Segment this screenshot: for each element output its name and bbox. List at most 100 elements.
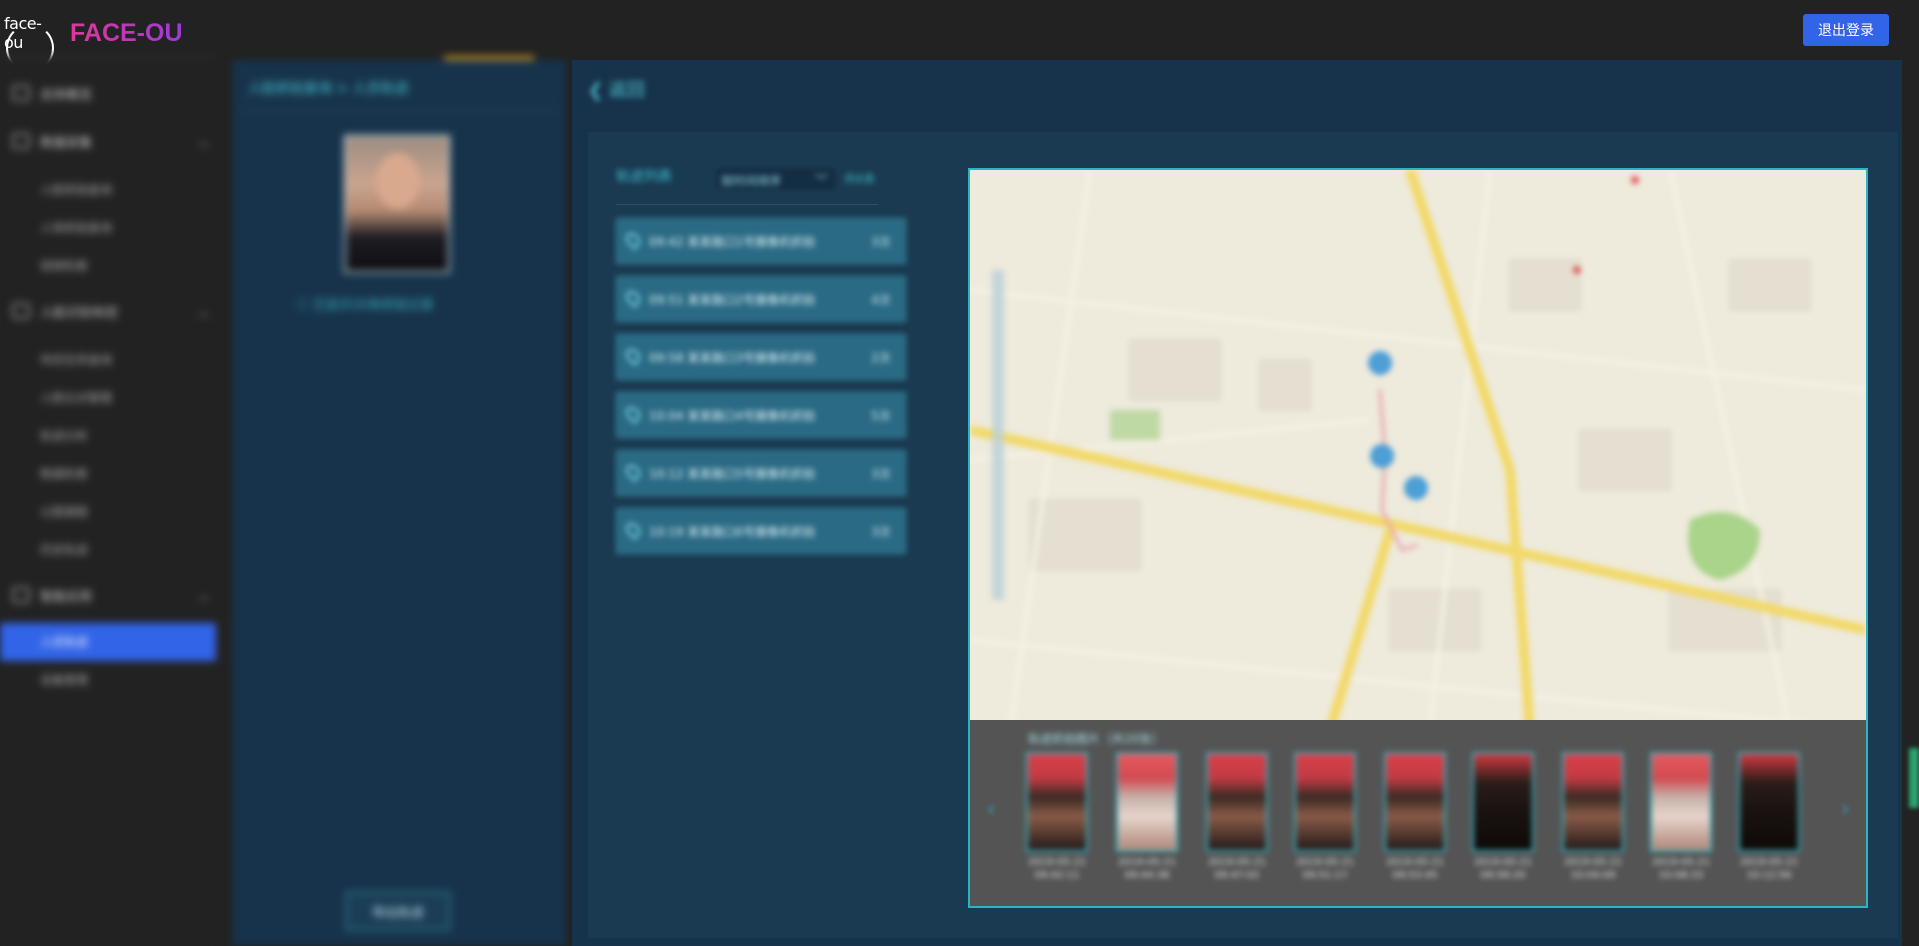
logout-button[interactable]: 退出登录 [1803,14,1889,46]
capture-note: ⓘ 已显示20条抓拍记录 [296,298,434,313]
capture-image [1206,752,1268,852]
capture-thumb[interactable]: 2019-05-21 09:58:20 [1468,752,1538,892]
capture-thumb[interactable]: 2019-05-21 09:44:38 [1112,752,1182,892]
sidebar-item-label: 数据检索 [40,467,89,481]
sidebar-item-label: 历史轨迹 [40,543,89,557]
sidebar-item-active[interactable]: 人员轨迹 [0,623,216,661]
breadcrumb[interactable]: 人脸抓拍查询 > 人员轨迹 [248,78,409,98]
sidebar-item-label: 设备管理 [40,673,89,687]
track-row[interactable]: 09:51 某某路口2号摄像机抓拍 4次 [616,276,906,322]
track-row-count: 3次 [871,467,891,481]
chevron-up-icon: ︿ [198,589,211,603]
capture-time: 2019-05-21 09:53:45 [1385,857,1445,881]
scrollbar-handle[interactable] [1909,748,1919,808]
sidebar-group-label: 数据采集 [40,136,93,151]
track-row[interactable]: 09:42 某某路口1号摄像机抓拍 3次 [616,218,906,264]
app-icon [12,587,30,603]
capture-time: 2019-05-21 09:42:11 [1027,857,1087,881]
sidebar-item[interactable]: 布控任务查询 [0,341,216,377]
capture-strip: 轨迹抓拍图片（共20张） ‹ › 2019-05-21 09:42:11 201… [970,720,1866,906]
location-pin-icon [623,462,643,482]
track-row-text: 10:04 某某路口4号摄像机抓拍 [649,409,816,423]
location-pin-icon [623,346,643,366]
dashboard-icon [12,85,30,101]
map-canvas[interactable] [970,170,1866,730]
track-content: 轨迹列表 按时间排序 ﹀ 共6条 09:42 某某路口1号摄像机抓拍 3次 09:… [588,132,1898,938]
capture-time: 2019-05-21 09:47:02 [1207,857,1267,881]
capture-time: 2019-05-21 09:58:20 [1473,857,1533,881]
logo: face-ou [4,14,56,72]
capture-image [1384,752,1446,852]
chevron-left-icon[interactable]: ‹ [986,794,996,824]
capture-time: 2019-05-21 10:12:56 [1739,857,1799,881]
sidebar-item-label: 人体抓拍查询 [40,221,113,235]
capture-time: 2019-05-21 09:51:17 [1295,857,1355,881]
track-map[interactable]: 轨迹抓拍图片（共20张） ‹ › 2019-05-21 09:42:11 201… [968,168,1868,908]
capture-image [1738,752,1800,852]
capture-time: 2019-05-21 10:04:09 [1563,857,1623,881]
sidebar: 总体概览 数据采集 ︿ 人脸抓拍查询 人体抓拍查询 视频检索 人脸识别布控 ︿ … [0,56,216,946]
sidebar-group-overview[interactable]: 总体概览 [0,75,216,111]
sidebar-item[interactable]: 历史轨迹 [0,531,216,567]
sidebar-item-label: 视频检索 [40,259,89,273]
track-row-text: 10:19 某某路口6号摄像机抓拍 [649,525,816,539]
database-icon [12,133,30,149]
sidebar-item[interactable]: 数据检索 [0,455,216,491]
capture-image [1026,752,1088,852]
sort-select[interactable]: 按时间排序 ﹀ [714,166,838,192]
capture-thumb[interactable]: 2019-05-21 10:08:33 [1646,752,1716,892]
track-row-text: 09:51 某某路口2号摄像机抓拍 [649,293,816,307]
sidebar-item[interactable]: 轨迹分析 [0,417,216,453]
chevron-up-icon: ︿ [198,305,211,319]
track-row[interactable]: 10:19 某某路口6号摄像机抓拍 3次 [616,508,906,554]
track-list-title: 轨迹列表 [616,169,672,185]
capture-thumb[interactable]: 2019-05-21 09:53:45 [1380,752,1450,892]
person-photo [344,135,450,273]
capture-thumb[interactable]: 2019-05-21 09:47:02 [1202,752,1272,892]
track-row-count: 3次 [871,235,891,249]
camera-icon [12,303,30,319]
sidebar-item-label: 以图搜图 [40,505,89,519]
track-row-text: 09:58 某某路口3号摄像机抓拍 [649,351,816,365]
sidebar-item-label: 人脸比对管理 [40,391,113,405]
capture-thumb[interactable]: 2019-05-21 09:51:17 [1290,752,1360,892]
track-row[interactable]: 09:58 某某路口3号摄像机抓拍 2次 [616,334,906,380]
person-detail-panel: 人脸抓拍查询 > 人员轨迹 ⓘ 已显示20条抓拍记录 导出轨迹 [232,56,566,946]
capture-time: 2019-05-21 09:44:38 [1117,857,1177,881]
sidebar-item[interactable]: 视频检索 [0,247,216,283]
capture-thumb[interactable]: 2019-05-21 10:12:56 [1734,752,1804,892]
capture-image [1650,752,1712,852]
track-main-panel: ❮ 返回 轨迹列表 按时间排序 ﹀ 共6条 09:42 某某路口1号摄像机抓拍 3… [572,60,1902,946]
chevron-down-icon: ﹀ [815,174,829,189]
chevron-right-icon[interactable]: › [1840,794,1850,824]
sidebar-item-label: 轨迹分析 [40,429,89,443]
capture-thumb[interactable]: 2019-05-21 10:04:09 [1558,752,1628,892]
sidebar-group-face[interactable]: 人脸识别布控 ︿ [0,293,216,329]
sidebar-group-label: 人脸识别布控 [40,306,119,321]
sidebar-item[interactable]: 人体抓拍查询 [0,209,216,245]
sidebar-item[interactable]: 人脸抓拍查询 [0,171,216,207]
sidebar-item[interactable]: 以图搜图 [0,493,216,529]
sidebar-group-label: 智能应用 [40,590,93,605]
face-shape [376,153,420,209]
capture-time: 2019-05-21 10:08:33 [1651,857,1711,881]
sidebar-group-apps[interactable]: 智能应用 ︿ [0,577,216,613]
sidebar-item-label: 布控任务查询 [40,353,113,367]
location-pin-icon [623,230,643,250]
location-pin-icon [623,288,643,308]
back-label: 返回 [608,80,645,101]
track-row[interactable]: 10:04 某某路口4号摄像机抓拍 5次 [616,392,906,438]
capture-image [1294,752,1356,852]
sidebar-item[interactable]: 人脸比对管理 [0,379,216,415]
sidebar-item[interactable]: 设备管理 [0,661,216,697]
sort-select-value: 按时间排序 [721,174,782,188]
sidebar-group-data[interactable]: 数据采集 ︿ [0,123,216,159]
capture-strip-title: 轨迹抓拍图片（共20张） [1028,732,1164,746]
track-row-count: 4次 [871,293,891,307]
export-track-button[interactable]: 导出轨迹 [346,892,450,930]
track-row-text: 10:12 某某路口5号摄像机抓拍 [649,467,816,481]
capture-image [1562,752,1624,852]
track-row[interactable]: 10:12 某某路口5号摄像机抓拍 3次 [616,450,906,496]
capture-thumb[interactable]: 2019-05-21 09:42:11 [1022,752,1092,892]
back-link[interactable]: ❮ 返回 [588,76,645,102]
